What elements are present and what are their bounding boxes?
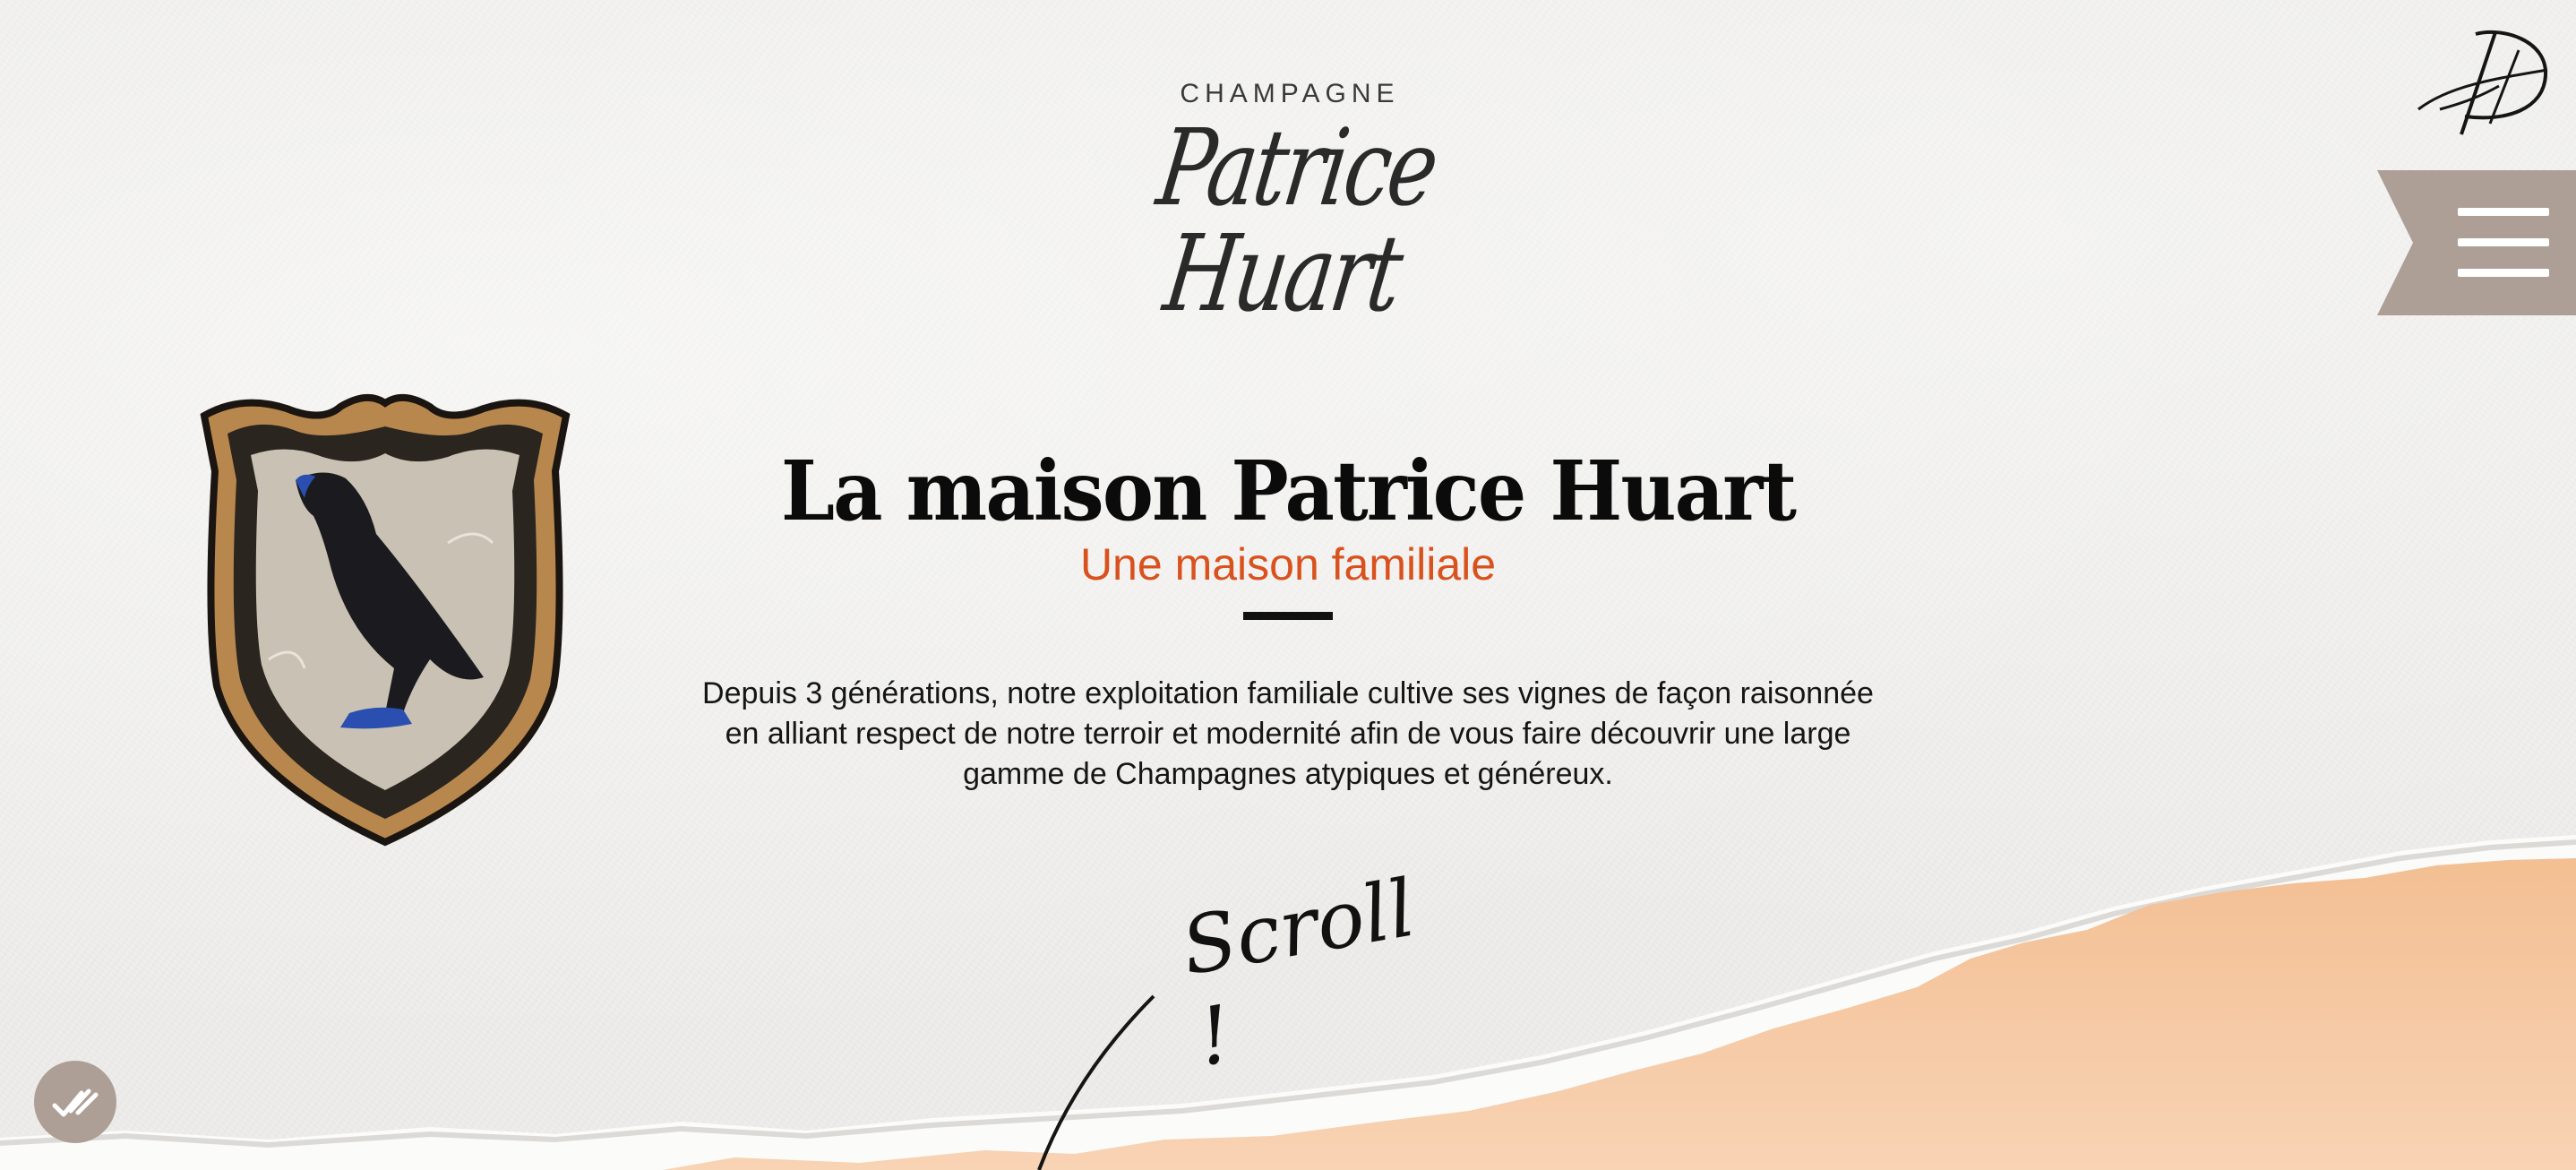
brand-logo[interactable]: CHAMPAGNE Patrice Huart (1057, 79, 1523, 335)
brand-name: Patrice Huart (1150, 106, 1444, 335)
brand-top-label: CHAMPAGNE (1180, 79, 1400, 108)
intro-line: Depuis 3 générations, notre exploitation… (702, 675, 1874, 710)
falcon-crest-image (200, 394, 571, 847)
monogram-logo[interactable] (2413, 23, 2556, 140)
hamburger-icon-line (2458, 238, 2549, 246)
hamburger-icon-line (2458, 269, 2549, 277)
cookie-consent-check-icon (52, 1088, 99, 1117)
scroll-line-icon (1037, 994, 1155, 1170)
intro-paragraph: Depuis 3 générations, notre exploitation… (652, 674, 1924, 795)
page-subtitle: Une maison familiale (1079, 538, 1497, 589)
title-divider (1243, 611, 1333, 620)
hamburger-icon-line (2458, 208, 2549, 216)
hero-content: La maison Patrice Huart Une maison famil… (627, 448, 1949, 795)
intro-line: gamme de Champagnes atypiques et généreu… (963, 756, 1613, 791)
intro-line: en alliant respect de notre terroir et m… (725, 716, 1851, 751)
page-title: La maison Patrice Huart (780, 443, 1797, 539)
cookie-consent-button[interactable] (34, 1061, 116, 1143)
